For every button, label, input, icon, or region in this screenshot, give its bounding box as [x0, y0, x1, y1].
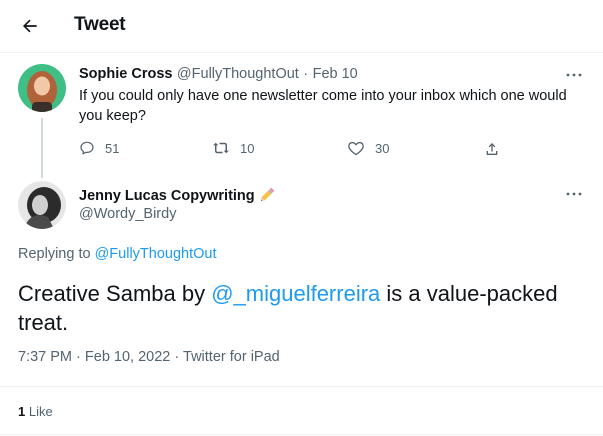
tweet-metadata: 7:37 PM · Feb 10, 2022 · Twitter for iPa… — [18, 349, 280, 365]
separator-dot: · — [174, 349, 180, 365]
reply-button[interactable]: 51 — [79, 140, 119, 156]
tweet-date[interactable]: Feb 10 — [313, 66, 358, 82]
author-name[interactable]: Jenny Lucas Copywriting — [79, 188, 255, 204]
pencil-emoji-icon — [261, 187, 275, 201]
back-button[interactable] — [16, 12, 44, 40]
tweet-source[interactable]: Twitter for iPad — [183, 349, 280, 365]
author-handle[interactable]: @FullyThoughtOut — [177, 66, 299, 82]
replying-to: Replying to @FullyThoughtOut — [18, 246, 217, 262]
retweet-count: 10 — [240, 140, 255, 156]
likes-stat[interactable]: 1 Like — [18, 404, 53, 419]
retweet-button[interactable]: 10 — [212, 140, 254, 156]
like-stat-count: 1 — [18, 404, 26, 419]
tweet-time[interactable]: 7:37 PM — [18, 349, 72, 365]
parent-tweet-text: If you could only have one newsletter co… — [79, 88, 567, 124]
like-count: 30 — [375, 140, 390, 156]
heart-icon — [348, 141, 364, 156]
avatar[interactable] — [18, 64, 66, 112]
main-tweet-author: Jenny Lucas Copywriting — [79, 185, 277, 205]
separator-dot: · — [76, 349, 81, 365]
share-icon — [486, 143, 498, 155]
author-name[interactable]: Sophie Cross — [79, 66, 172, 82]
tweet-text-part: Creative Samba by — [18, 281, 212, 306]
main-tweet-text: Creative Samba by @_miguelferreira is a … — [18, 279, 583, 337]
stats-divider-bottom — [0, 434, 603, 435]
reply-icon — [80, 141, 94, 155]
more-horizontal-icon — [566, 73, 582, 77]
more-options-button[interactable] — [563, 186, 585, 202]
avatar[interactable] — [18, 181, 66, 229]
separator-dot: · — [303, 66, 309, 82]
stats-divider-top — [0, 386, 603, 387]
arrow-left-icon — [23, 19, 37, 33]
avatar-photo — [18, 64, 66, 112]
reply-count: 51 — [105, 140, 120, 156]
mention-link[interactable]: @_miguelferreira — [211, 281, 380, 306]
tweet-date[interactable]: Feb 10, 2022 — [85, 349, 170, 365]
avatar-photo — [18, 181, 66, 229]
more-horizontal-icon — [566, 192, 582, 196]
page-header: Tweet — [0, 0, 603, 52]
replying-to-label: Replying to — [18, 246, 91, 262]
replying-to-handle-link[interactable]: @FullyThoughtOut — [95, 246, 217, 262]
more-options-button[interactable] — [563, 67, 585, 83]
retweet-icon — [213, 142, 229, 154]
like-stat-label: Like — [28, 404, 53, 419]
thread-connector-line — [41, 118, 43, 178]
page-title: Tweet — [74, 14, 126, 35]
parent-tweet-header: Sophie Cross @FullyThoughtOut · Feb 10 — [79, 65, 358, 83]
author-handle[interactable]: @Wordy_Birdy — [79, 206, 176, 222]
header-divider — [0, 52, 603, 53]
parent-tweet-actions: 51 10 30 — [79, 140, 519, 160]
like-button[interactable]: 30 — [347, 140, 389, 156]
share-button[interactable] — [484, 140, 500, 158]
